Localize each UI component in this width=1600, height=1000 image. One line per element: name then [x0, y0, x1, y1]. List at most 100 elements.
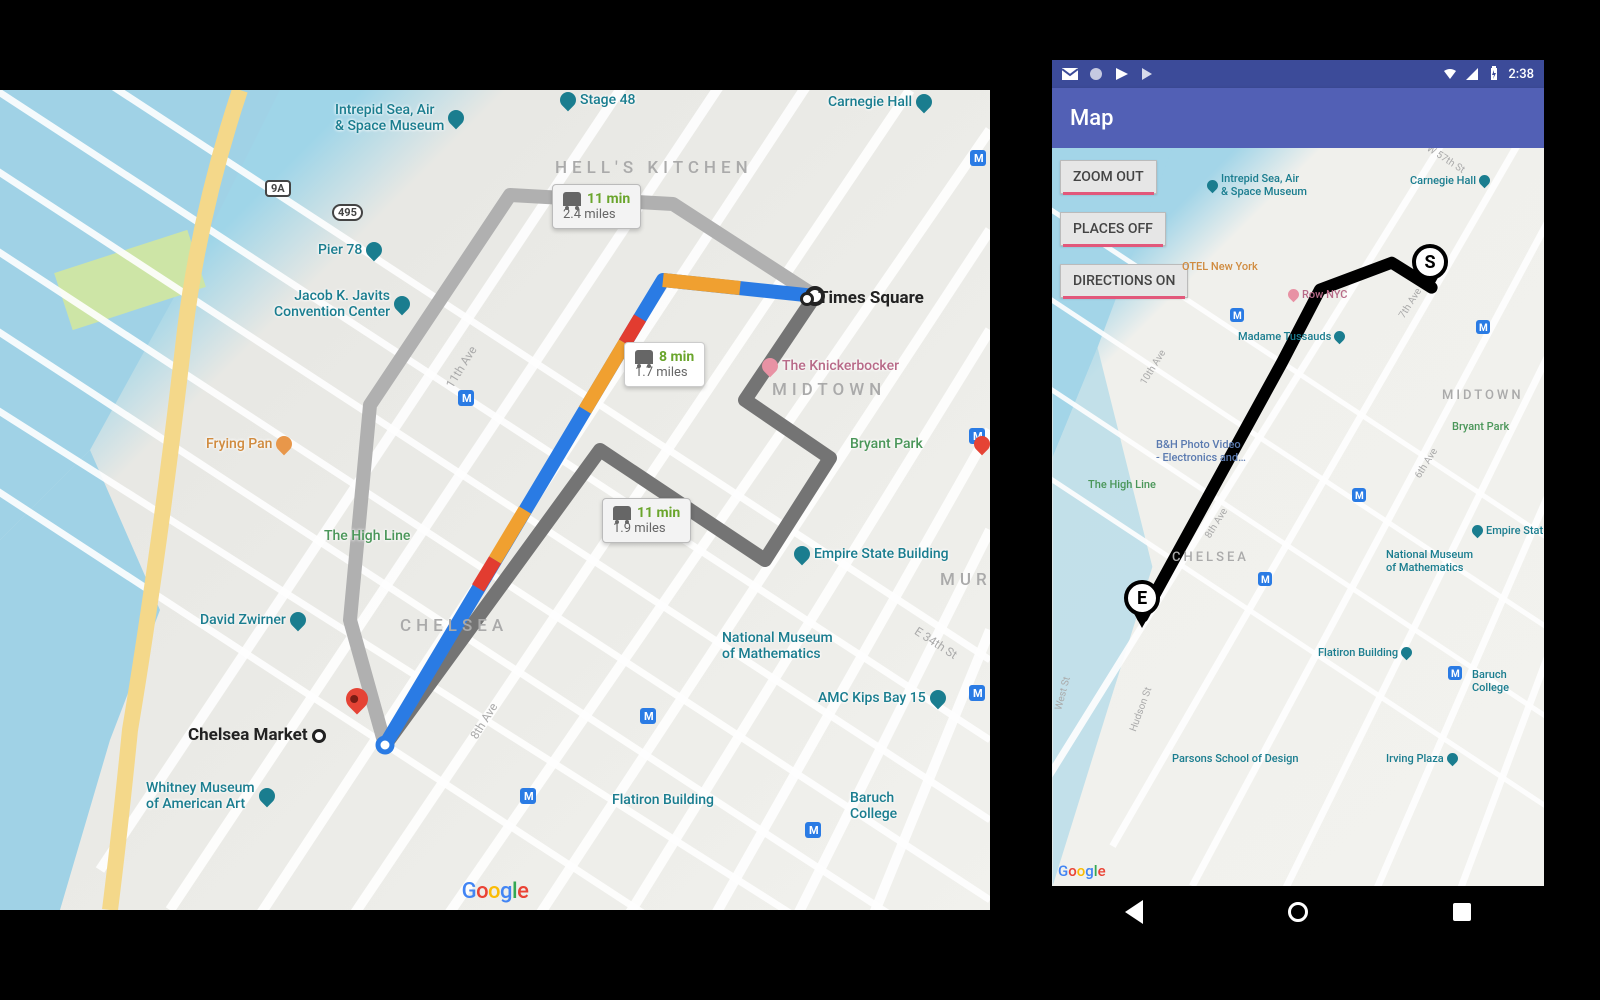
phone-map-view[interactable]: ZOOM OUT PLACES OFF DIRECTIONS ON S E In… [1052, 148, 1544, 886]
svg-text:M: M [1479, 323, 1488, 334]
pmetro2-icon: M [1258, 572, 1272, 586]
nav-bar [1052, 886, 1544, 938]
poi-javits[interactable]: Jacob K. Javits Convention Center [274, 288, 410, 320]
svg-text:M: M [973, 687, 983, 700]
ppoi-intrepid[interactable]: Intrepid Sea, Air & Space Museum [1207, 172, 1307, 198]
svg-text:M: M [1233, 311, 1242, 322]
ppoi-rownyc[interactable]: Row NYC [1288, 288, 1347, 301]
museum-icon [445, 107, 468, 130]
poi-stage48[interactable]: Stage 48 [560, 92, 636, 108]
poi-davidzwirner[interactable]: David Zwirner [200, 612, 306, 628]
shield-9a: 9A [265, 180, 291, 197]
status-time: 2:38 [1508, 67, 1534, 82]
poi-fryingpan[interactable]: Frying Pan [206, 436, 292, 452]
phone-google-logo: Google [1058, 862, 1106, 880]
end-marker[interactable]: E [1124, 580, 1160, 616]
wifi-icon [1442, 66, 1458, 82]
ppoi-parsons[interactable]: Parsons School of Design [1172, 752, 1299, 765]
pmetro3-icon: M [1352, 488, 1366, 502]
ppoi-baruch[interactable]: Baruch College [1472, 668, 1509, 694]
stage: M M M M M M M HELL'S KITCHEN MIDTOWN CHE… [0, 0, 1600, 1000]
ppoi-irving[interactable]: Irving Plaza [1386, 752, 1458, 765]
directions-on-button[interactable]: DIRECTIONS ON [1060, 264, 1188, 298]
pmuseum2-icon [1332, 329, 1348, 345]
svg-text:M: M [524, 790, 534, 803]
ppoi-highline[interactable]: The High Line [1088, 478, 1156, 491]
pier-icon [363, 239, 386, 262]
origin-circle-icon [800, 292, 814, 306]
ppoi-flatiron[interactable]: Flatiron Building [1318, 646, 1412, 659]
pmetro4-icon: M [1476, 320, 1490, 334]
restaurant-icon [273, 433, 296, 456]
landmark-icon [791, 543, 814, 566]
svg-text:M: M [644, 710, 654, 723]
dest-circle-icon [312, 729, 326, 743]
start-marker[interactable]: S [1412, 244, 1448, 280]
poi-intrepid[interactable]: Intrepid Sea, Air & Space Museum [335, 102, 464, 134]
poi-whitney[interactable]: Whitney Museum of American Art [146, 780, 275, 812]
poi-natmuseum[interactable]: National Museum of Mathematics [722, 630, 833, 662]
car-icon [563, 192, 581, 206]
nbhd-chelsea: CHELSEA [400, 616, 508, 636]
car-icon [613, 506, 631, 520]
ppoi-empire[interactable]: Empire Stat [1472, 524, 1543, 537]
nav-home-icon[interactable] [1288, 902, 1308, 922]
cinema-icon [926, 687, 949, 710]
route-callout-alt2[interactable]: 11 min 1.9 miles [602, 498, 691, 543]
svg-text:M: M [809, 824, 819, 837]
app-bar: Map [1052, 88, 1544, 148]
play-icon [1114, 66, 1130, 82]
route-callout-main[interactable]: 8 min 1.7 miles [624, 342, 705, 387]
zoom-out-button[interactable]: ZOOM OUT [1060, 160, 1157, 194]
ppoi-tussauds[interactable]: Madame Tussauds [1238, 330, 1345, 343]
poi-bryant[interactable]: Bryant Park [850, 436, 923, 452]
nav-recents-icon[interactable] [1453, 903, 1471, 921]
poi-empire[interactable]: Empire State Building [794, 546, 949, 562]
phall-icon [1477, 173, 1493, 189]
poi-carnegie[interactable]: Carnegie Hall [828, 94, 932, 110]
start-marker-bubble: S [1412, 244, 1448, 280]
ppoi-bh[interactable]: B&H Photo Video - Electronics and… [1156, 438, 1246, 464]
nav-back-icon[interactable] [1125, 900, 1143, 924]
places-off-button[interactable]: PLACES OFF [1060, 212, 1166, 246]
svg-text:M: M [462, 392, 472, 405]
ppoi-natmuseum[interactable]: National Museum of Mathematics [1386, 548, 1473, 574]
play2-icon [1140, 66, 1156, 82]
ppoi-bryant[interactable]: Bryant Park [1452, 420, 1509, 433]
svg-text:M: M [1355, 491, 1364, 502]
plandmark-icon [1470, 523, 1486, 539]
pmetro5-icon: M [1448, 666, 1462, 680]
battery-icon [1486, 66, 1502, 82]
car-icon [635, 350, 653, 364]
status-bar: 2:38 [1052, 60, 1544, 88]
left-map-panel[interactable]: M M M M M M M HELL'S KITCHEN MIDTOWN CHE… [0, 90, 990, 910]
poi-pier78[interactable]: Pier 78 [318, 242, 382, 258]
svg-text:M: M [1261, 575, 1270, 586]
museum2-icon [255, 785, 278, 808]
route-callout-alt1[interactable]: 11 min 2.4 miles [552, 184, 641, 229]
gallery-icon [287, 609, 310, 632]
google-logo: Google [462, 879, 529, 904]
hotel-icon [759, 355, 782, 378]
poi-flatiron[interactable]: Flatiron Building [612, 792, 714, 808]
destination-label[interactable]: Chelsea Market [188, 725, 330, 745]
app-title: Map [1070, 106, 1113, 131]
signal-icon [1464, 66, 1480, 82]
nbhd-midtown: MIDTOWN [772, 380, 886, 400]
poi-baruch[interactable]: Baruch College [850, 790, 897, 822]
pmuseum-icon [1205, 177, 1221, 193]
svg-text:M: M [1451, 669, 1460, 680]
gmail-icon [1062, 66, 1078, 82]
ppoi-carnegie[interactable]: Carnegie Hall [1410, 174, 1490, 187]
poi-amc[interactable]: AMC Kips Bay 15 [818, 690, 946, 706]
svg-text:M: M [974, 152, 984, 165]
origin-label[interactable]: Times Square [800, 288, 924, 308]
pvenue-icon [1444, 751, 1460, 767]
nbhd-murr: MURR [940, 570, 990, 590]
ppoi-otel[interactable]: OTEL New York [1182, 260, 1258, 273]
poi-knickerbocker[interactable]: The Knickerbocker [762, 358, 899, 374]
shield-495: 495 [332, 204, 363, 221]
poi-highline[interactable]: The High Line [324, 528, 410, 544]
nbhd-hells-kitchen: HELL'S KITCHEN [555, 158, 753, 178]
pnbhd-midtown: MIDTOWN [1442, 388, 1524, 403]
